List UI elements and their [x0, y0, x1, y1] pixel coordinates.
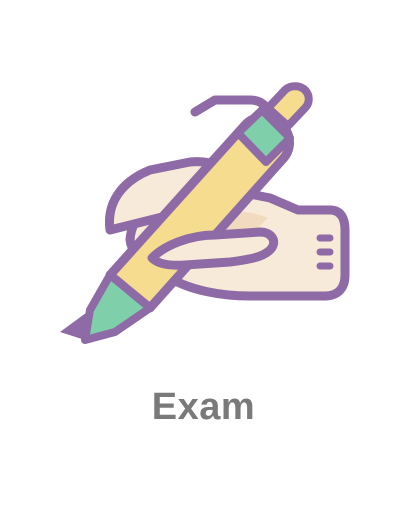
- hand-writing-pen-icon: [40, 70, 370, 350]
- exam-tile[interactable]: Exam: [0, 0, 407, 523]
- exam-label: Exam: [151, 386, 256, 428]
